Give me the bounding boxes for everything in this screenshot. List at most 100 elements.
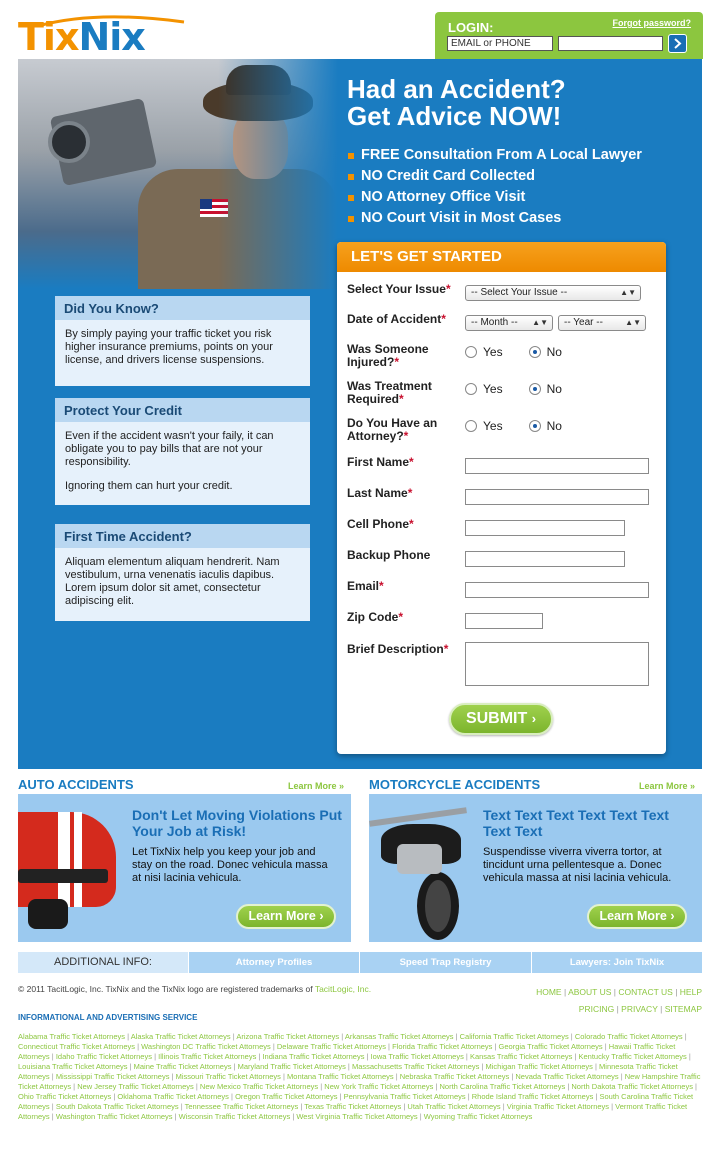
logo-tix: Tix [18, 15, 79, 59]
cell-phone-input[interactable] [465, 520, 625, 536]
radio-button[interactable] [465, 420, 477, 432]
state-attorney-link[interactable]: Nebraska Traffic Ticket Attorneys [400, 1072, 510, 1081]
learn-more-label: Learn More [248, 909, 316, 923]
year-select[interactable]: -- Year -- ▲▼ [558, 315, 646, 331]
login-email-input[interactable]: EMAIL or PHONE [447, 36, 553, 51]
auto-learn-more-link[interactable]: Learn More » [288, 781, 344, 791]
state-attorney-link[interactable]: Wyoming Traffic Ticket Attorneys [424, 1112, 533, 1121]
backup-phone-input[interactable] [465, 551, 625, 567]
treatment-yes-option[interactable]: Yes [465, 382, 503, 396]
cell-phone-label-text: Cell Phone [347, 517, 410, 531]
radio-button[interactable] [528, 346, 541, 358]
state-attorney-link[interactable]: Massachusetts Traffic Ticket Attorneys [352, 1062, 479, 1071]
forgot-password-link[interactable]: Forgot password? [613, 18, 692, 28]
state-attorney-link[interactable]: Georgia Traffic Ticket Attorneys [499, 1042, 603, 1051]
footer-link-sitemap[interactable]: SITEMAP [665, 1004, 702, 1014]
state-attorney-link[interactable]: Alabama Traffic Ticket Attorneys [18, 1032, 125, 1041]
state-attorney-link[interactable]: Maine Traffic Ticket Attorneys [134, 1062, 232, 1071]
moto-learn-more-button[interactable]: Learn More › [587, 904, 687, 929]
state-attorney-link[interactable]: Montana Traffic Ticket Attorneys [287, 1072, 394, 1081]
state-attorney-link[interactable]: Rhode Island Traffic Ticket Attorneys [472, 1092, 594, 1101]
state-attorney-link[interactable]: Oklahoma Traffic Ticket Attorneys [117, 1092, 229, 1101]
state-attorney-link[interactable]: Idaho Traffic Ticket Attorneys [56, 1052, 152, 1061]
attorney-yes-option[interactable]: Yes [465, 419, 503, 433]
treatment-label: Was Treatment Required* [347, 380, 432, 406]
footer-link-contact[interactable]: CONTACT US [618, 987, 672, 997]
tacitlogic-link[interactable]: TacitLogic, Inc. [315, 984, 371, 994]
state-attorney-link[interactable]: North Dakota Traffic Ticket Attorneys [571, 1082, 693, 1091]
state-attorney-link[interactable]: Mississippi Traffic Ticket Attorneys [56, 1072, 170, 1081]
footer-link-privacy[interactable]: PRIVACY [621, 1004, 658, 1014]
month-select[interactable]: -- Month -- ▲▼ [465, 315, 553, 331]
state-attorney-link[interactable]: Missouri Traffic Ticket Attorneys [176, 1072, 281, 1081]
state-attorney-link[interactable]: Florida Traffic Ticket Attorneys [392, 1042, 492, 1051]
state-attorney-link[interactable]: Alaska Traffic Ticket Attorneys [131, 1032, 231, 1041]
footer-link-pricing[interactable]: PRICING [579, 1004, 614, 1014]
login-label: LOGIN: [448, 20, 494, 35]
state-attorney-link[interactable]: Arizona Traffic Ticket Attorneys [236, 1032, 339, 1041]
footer-link-help[interactable]: HELP [680, 987, 702, 997]
state-attorney-link[interactable]: Kansas Traffic Ticket Attorneys [470, 1052, 572, 1061]
radio-label: No [546, 419, 562, 433]
state-attorney-link[interactable]: Nevada Traffic Ticket Attorneys [515, 1072, 618, 1081]
state-attorney-link[interactable]: Pennsylvania Traffic Ticket Attorneys [344, 1092, 466, 1101]
state-attorney-link[interactable]: New Jersey Traffic Ticket Attorneys [77, 1082, 194, 1091]
state-attorney-link[interactable]: Colorado Traffic Ticket Attorneys [575, 1032, 683, 1041]
state-attorney-link[interactable]: Ohio Traffic Ticket Attorneys [18, 1092, 111, 1101]
state-attorney-link[interactable]: Kentucky Traffic Ticket Attorneys [579, 1052, 687, 1061]
state-attorney-link[interactable]: Washington DC Traffic Ticket Attorneys [141, 1042, 271, 1051]
state-attorney-link[interactable]: Virginia Traffic Ticket Attorneys [507, 1102, 609, 1111]
state-attorney-link[interactable]: North Carolina Traffic Ticket Attorneys [439, 1082, 565, 1091]
state-attorney-link[interactable]: Iowa Traffic Ticket Attorneys [371, 1052, 464, 1061]
state-attorney-link[interactable]: Oregon Traffic Ticket Attorneys [235, 1092, 337, 1101]
state-attorney-link[interactable]: California Traffic Ticket Attorneys [460, 1032, 569, 1041]
state-attorney-link[interactable]: New Mexico Traffic Ticket Attorneys [200, 1082, 318, 1091]
login-password-input[interactable] [558, 36, 663, 51]
attorney-profiles-link[interactable]: Attorney Profiles [188, 952, 359, 973]
attorney-no-option[interactable]: No [528, 419, 562, 433]
state-attorney-link[interactable]: Connecticut Traffic Ticket Attorneys [18, 1042, 135, 1051]
auto-learn-more-button[interactable]: Learn More › [236, 904, 336, 929]
radio-button[interactable] [465, 346, 477, 358]
injured-yes-option[interactable]: Yes [465, 345, 503, 359]
state-attorney-link[interactable]: Texas Traffic Ticket Attorneys [304, 1102, 401, 1111]
state-attorney-link[interactable]: West Virginia Traffic Ticket Attorneys [296, 1112, 417, 1121]
radio-button[interactable] [528, 420, 541, 432]
state-attorney-link[interactable]: Delaware Traffic Ticket Attorneys [277, 1042, 386, 1051]
last-name-label-text: Last Name [347, 486, 408, 500]
state-attorney-link[interactable]: Tennessee Traffic Ticket Attorneys [185, 1102, 299, 1111]
submit-button[interactable]: SUBMIT › [449, 703, 553, 735]
radio-label: No [546, 345, 562, 359]
state-attorney-link[interactable]: South Dakota Traffic Ticket Attorneys [56, 1102, 179, 1111]
login-go-button[interactable] [668, 34, 687, 53]
state-attorney-link[interactable]: Wisconsin Traffic Ticket Attorneys [179, 1112, 291, 1121]
state-attorney-link[interactable]: Michigan Traffic Ticket Attorneys [486, 1062, 593, 1071]
benefit-list: FREE Consultation From A Local Lawyer NO… [347, 145, 642, 229]
state-attorney-link[interactable]: Illinois Traffic Ticket Attorneys [158, 1052, 256, 1061]
issue-select[interactable]: -- Select Your Issue -- ▲▼ [465, 285, 641, 301]
state-attorney-link[interactable]: Utah Traffic Ticket Attorneys [407, 1102, 500, 1111]
footer-link-home[interactable]: HOME [536, 987, 562, 997]
last-name-input[interactable] [465, 489, 649, 505]
state-attorney-link[interactable]: Maryland Traffic Ticket Attorneys [238, 1062, 346, 1071]
email-input[interactable] [465, 582, 649, 598]
radio-button[interactable] [528, 383, 541, 395]
first-name-input[interactable] [465, 458, 649, 474]
zip-code-input[interactable] [465, 613, 543, 629]
tixnix-logo[interactable]: TixNix [18, 14, 203, 60]
description-textarea[interactable] [465, 642, 649, 686]
state-attorney-link[interactable]: Louisiana Traffic Ticket Attorneys [18, 1062, 128, 1071]
join-tixnix-link[interactable]: Lawyers: Join TixNix [531, 952, 702, 973]
state-attorney-link[interactable]: Indiana Traffic Ticket Attorneys [262, 1052, 364, 1061]
injured-no-option[interactable]: No [528, 345, 562, 359]
footer-link-about[interactable]: ABOUT US [568, 987, 611, 997]
treatment-no-option[interactable]: No [528, 382, 562, 396]
required-mark: * [399, 392, 404, 406]
moto-learn-more-link[interactable]: Learn More » [639, 781, 695, 791]
radio-button[interactable] [465, 383, 477, 395]
speed-trap-registry-link[interactable]: Speed Trap Registry [359, 952, 531, 973]
state-attorney-link[interactable]: Arkansas Traffic Ticket Attorneys [345, 1032, 454, 1041]
chevron-right-icon: › [670, 909, 675, 923]
state-attorney-link[interactable]: Washington Traffic Ticket Attorneys [56, 1112, 173, 1121]
state-attorney-link[interactable]: New York Traffic Ticket Attorneys [324, 1082, 433, 1091]
